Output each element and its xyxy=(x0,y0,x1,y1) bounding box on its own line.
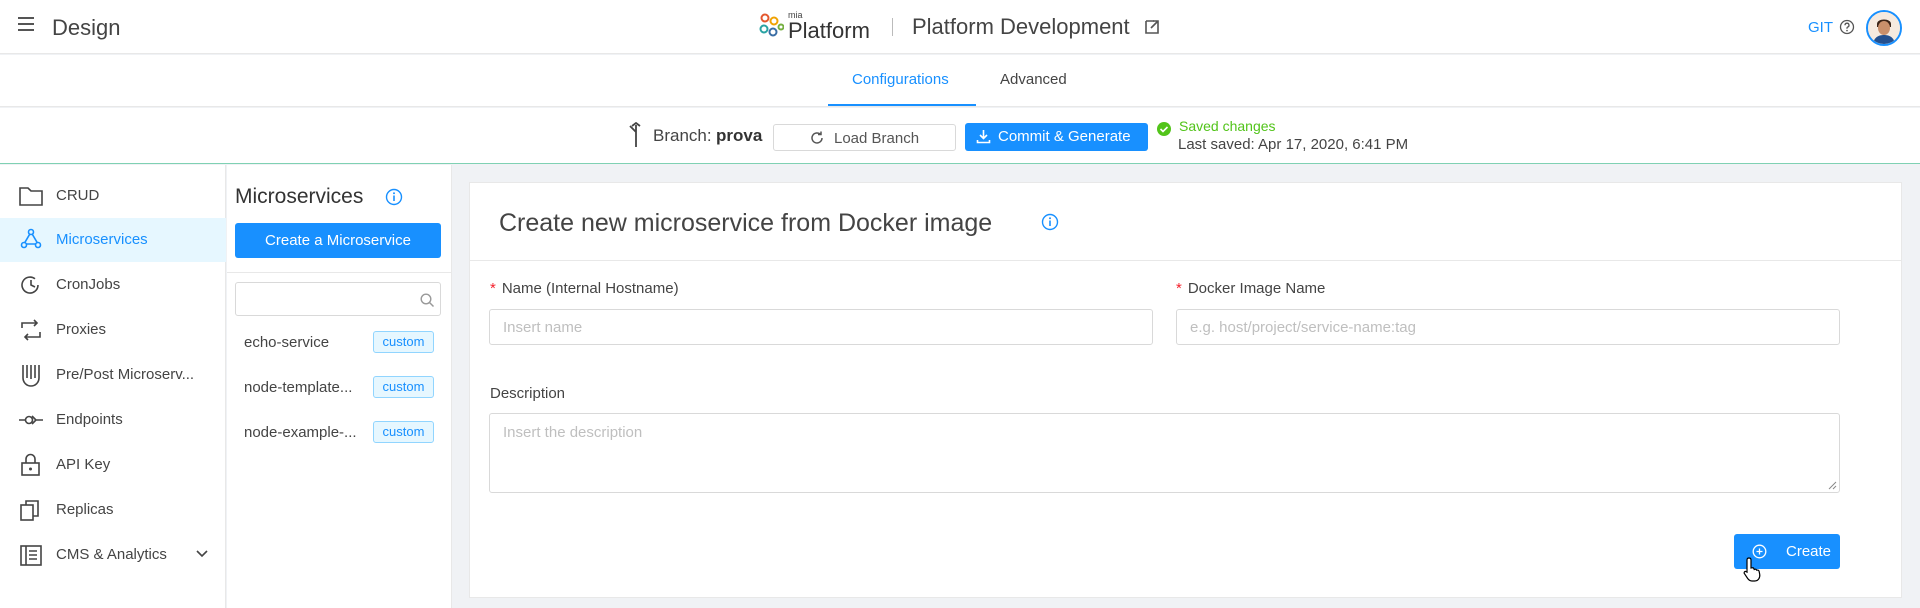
sidebar-item-cms-analytics[interactable]: CMS & Analytics xyxy=(0,533,226,577)
sidebar: CRUD Microservices CronJobs Proxies Pre/… xyxy=(0,165,226,608)
info-icon[interactable] xyxy=(1041,213,1059,231)
sidebar-item-label: Microservices xyxy=(56,231,148,248)
sidebar-item-pre-post-microservices[interactable]: Pre/Post Microserv... xyxy=(0,353,226,397)
chevron-down-icon[interactable] xyxy=(196,550,208,558)
branch-bar: Branch: prova Load Branch Commit & Gener… xyxy=(0,108,1920,164)
sidebar-item-cronjobs[interactable]: CronJobs xyxy=(0,263,226,307)
commit-generate-button[interactable]: Commit & Generate xyxy=(965,123,1148,151)
header-divider xyxy=(892,18,893,36)
git-link[interactable]: GIT xyxy=(1808,19,1833,36)
sidebar-item-label: CronJobs xyxy=(56,276,121,293)
name-label-text: Name (Internal Hostname) xyxy=(501,280,679,297)
image-placeholder: e.g. host/project/service-name:tag xyxy=(1190,319,1416,336)
microservice-name: node-template... xyxy=(244,379,353,396)
sidebar-item-label: Pre/Post Microserv... xyxy=(56,366,195,383)
image-label-text: Docker Image Name xyxy=(1187,280,1326,297)
microservice-tag: custom xyxy=(373,421,434,443)
branch-name: prova xyxy=(716,126,763,145)
avatar[interactable] xyxy=(1866,10,1902,46)
card-header: Create new microservice from Docker imag… xyxy=(470,183,1901,261)
sidebar-item-endpoints[interactable]: Endpoints xyxy=(0,398,226,442)
sidebar-item-api-key[interactable]: API Key xyxy=(0,443,226,487)
replicas-icon xyxy=(20,500,39,521)
microservices-panel: Microservices Create a Microservice echo… xyxy=(227,165,452,608)
microservices-icon xyxy=(20,228,42,249)
sidebar-item-label: Endpoints xyxy=(56,411,123,428)
sidebar-item-label: Replicas xyxy=(56,501,114,518)
microservice-tag: custom xyxy=(373,331,434,353)
sidebar-item-crud[interactable]: CRUD xyxy=(0,174,226,218)
required-mark: * xyxy=(1176,280,1182,297)
commit-generate-label: Commit & Generate xyxy=(998,128,1131,145)
microservice-tag: custom xyxy=(373,376,434,398)
sidebar-item-label: CMS & Analytics xyxy=(56,546,167,563)
panel-divider xyxy=(227,272,452,273)
description-textarea[interactable]: Insert the description xyxy=(489,413,1840,493)
info-icon[interactable] xyxy=(385,188,403,206)
logo-platform-text: Platform xyxy=(788,18,870,43)
docker-image-input[interactable]: e.g. host/project/service-name:tag xyxy=(1176,309,1840,345)
create-microservice-button[interactable]: Create a Microservice xyxy=(235,223,441,258)
sidebar-item-label: API Key xyxy=(56,456,111,473)
sidebar-item-replicas[interactable]: Replicas xyxy=(0,488,226,532)
check-circle-icon xyxy=(1157,122,1171,136)
cms-icon xyxy=(20,545,42,566)
sidebar-item-label: Proxies xyxy=(56,321,107,338)
microservice-name: echo-service xyxy=(244,334,330,351)
image-field-label: * Docker Image Name xyxy=(1176,280,1325,297)
required-mark: * xyxy=(490,280,496,297)
endpoint-icon xyxy=(19,415,43,425)
create-label: Create xyxy=(1786,543,1832,560)
decorator-icon xyxy=(22,365,40,387)
sidebar-item-proxies[interactable]: Proxies xyxy=(0,308,226,352)
search-icon xyxy=(420,293,435,308)
mia-platform-logo: mia Platform xyxy=(758,8,878,46)
microservice-name: node-example-... xyxy=(244,424,357,441)
tabs-bar: Configurations Advanced xyxy=(0,55,1920,107)
microservice-search-input[interactable] xyxy=(235,282,441,316)
microservices-title: Microservices xyxy=(235,185,364,208)
app-title: Design xyxy=(52,15,121,40)
saved-status: Saved changes xyxy=(1179,118,1276,134)
description-placeholder: Insert the description xyxy=(503,424,643,441)
lock-icon xyxy=(21,453,40,476)
last-saved-time: Last saved: Apr 17, 2020, 6:41 PM xyxy=(1178,136,1409,153)
help-icon[interactable] xyxy=(1839,19,1855,35)
name-input[interactable]: Insert name xyxy=(489,309,1153,345)
project-name: Platform Development xyxy=(912,14,1130,39)
description-field-label: Description xyxy=(490,385,566,402)
sidebar-item-label: CRUD xyxy=(56,187,100,204)
external-link-icon[interactable] xyxy=(1143,18,1161,36)
microservice-list-item[interactable]: echo-service custom xyxy=(227,320,452,364)
proxy-icon xyxy=(21,319,41,341)
create-microservice-card: Create new microservice from Docker imag… xyxy=(469,182,1902,598)
active-tab-indicator xyxy=(828,104,976,106)
name-placeholder: Insert name xyxy=(503,319,583,336)
reload-icon xyxy=(811,131,823,144)
microservice-list-item[interactable]: node-example-... custom xyxy=(227,410,452,454)
name-field-label: * Name (Internal Hostname) xyxy=(490,280,679,297)
sidebar-item-microservices[interactable]: Microservices xyxy=(0,218,226,262)
load-branch-label: Load Branch xyxy=(834,130,920,147)
logo-icon xyxy=(759,13,784,37)
branch-icon xyxy=(629,122,641,147)
download-icon xyxy=(976,130,991,144)
branch-label: Branch: xyxy=(653,126,712,145)
hand-pointer-icon xyxy=(1743,557,1761,582)
menu-icon[interactable] xyxy=(18,17,34,31)
tab-advanced[interactable]: Advanced xyxy=(1000,71,1067,88)
tab-configurations[interactable]: Configurations xyxy=(852,71,949,88)
load-branch-button[interactable]: Load Branch xyxy=(773,124,956,151)
microservice-list-item[interactable]: node-template... custom xyxy=(227,365,452,409)
top-bar: Design mia Platform Platform Development… xyxy=(0,0,1920,54)
resize-handle-icon[interactable] xyxy=(1827,480,1837,490)
form-title: Create new microservice from Docker imag… xyxy=(499,209,993,237)
folder-icon xyxy=(19,187,43,206)
cronjob-icon xyxy=(21,276,39,294)
